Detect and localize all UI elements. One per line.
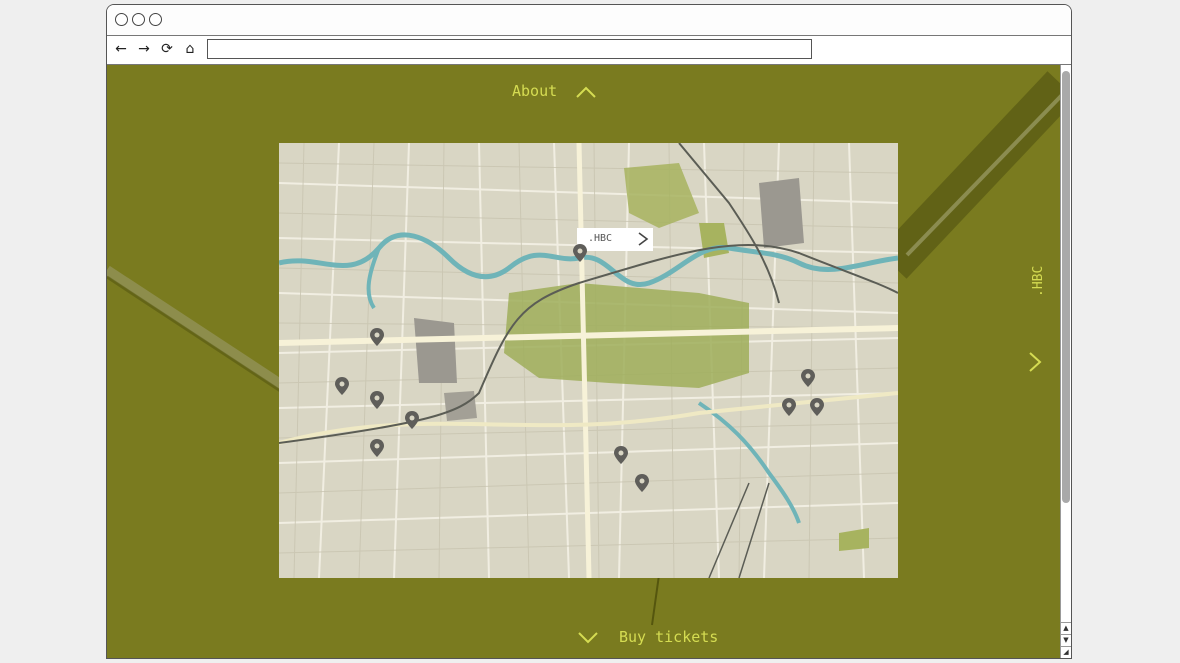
chevron-right-icon[interactable] <box>1027 351 1043 373</box>
side-section-label: .HBC <box>1031 265 1046 297</box>
scroll-up-button[interactable]: ▲ <box>1061 622 1071 634</box>
title-bar <box>107 5 1071 36</box>
address-bar[interactable] <box>207 39 812 59</box>
window-close-button[interactable] <box>115 13 128 26</box>
city-map[interactable]: .HBC <box>279 143 898 578</box>
browser-window: ← → ⟳ ⌂ About .HBC .HBC Buy tickets ▲ ▼ … <box>106 4 1072 659</box>
map-pin-icon[interactable] <box>405 411 419 429</box>
map-pin-icon[interactable] <box>335 377 349 395</box>
resize-grip-icon[interactable]: ◢ <box>1061 646 1071 658</box>
page-viewport: About .HBC .HBC Buy tickets <box>107 65 1062 658</box>
home-button[interactable]: ⌂ <box>181 40 199 58</box>
scrollbar-thumb[interactable] <box>1062 71 1070 503</box>
back-button[interactable]: ← <box>112 40 130 58</box>
map-graphic <box>279 143 898 578</box>
window-maximize-button[interactable] <box>149 13 162 26</box>
hbc-callout-label: .HBC <box>588 233 613 244</box>
map-pin-icon[interactable] <box>370 328 384 346</box>
window-minimize-button[interactable] <box>132 13 145 26</box>
reload-button[interactable]: ⟳ <box>158 40 176 58</box>
map-pin-icon[interactable] <box>810 398 824 416</box>
map-pin-icon[interactable] <box>782 398 796 416</box>
chevron-right-icon <box>638 232 649 246</box>
buy-tickets-label: Buy tickets <box>619 628 719 646</box>
map-pin-icon[interactable] <box>370 439 384 457</box>
chevron-down-icon <box>578 632 598 644</box>
browser-toolbar: ← → ⟳ ⌂ <box>107 36 1071 65</box>
about-label: About <box>512 82 558 100</box>
about-link[interactable]: About <box>512 82 596 100</box>
map-pin-icon[interactable] <box>370 391 384 409</box>
chevron-up-icon <box>576 86 596 98</box>
map-pin-icon[interactable] <box>801 369 815 387</box>
vertical-scrollbar[interactable]: ▲ ▼ ◢ <box>1060 65 1071 658</box>
map-pin-icon[interactable] <box>635 474 649 492</box>
forward-button[interactable]: → <box>135 40 153 58</box>
scroll-down-button[interactable]: ▼ <box>1061 634 1071 646</box>
hbc-callout[interactable]: .HBC <box>577 228 653 251</box>
map-pin-icon[interactable] <box>573 244 587 262</box>
map-pin-icon[interactable] <box>614 446 628 464</box>
